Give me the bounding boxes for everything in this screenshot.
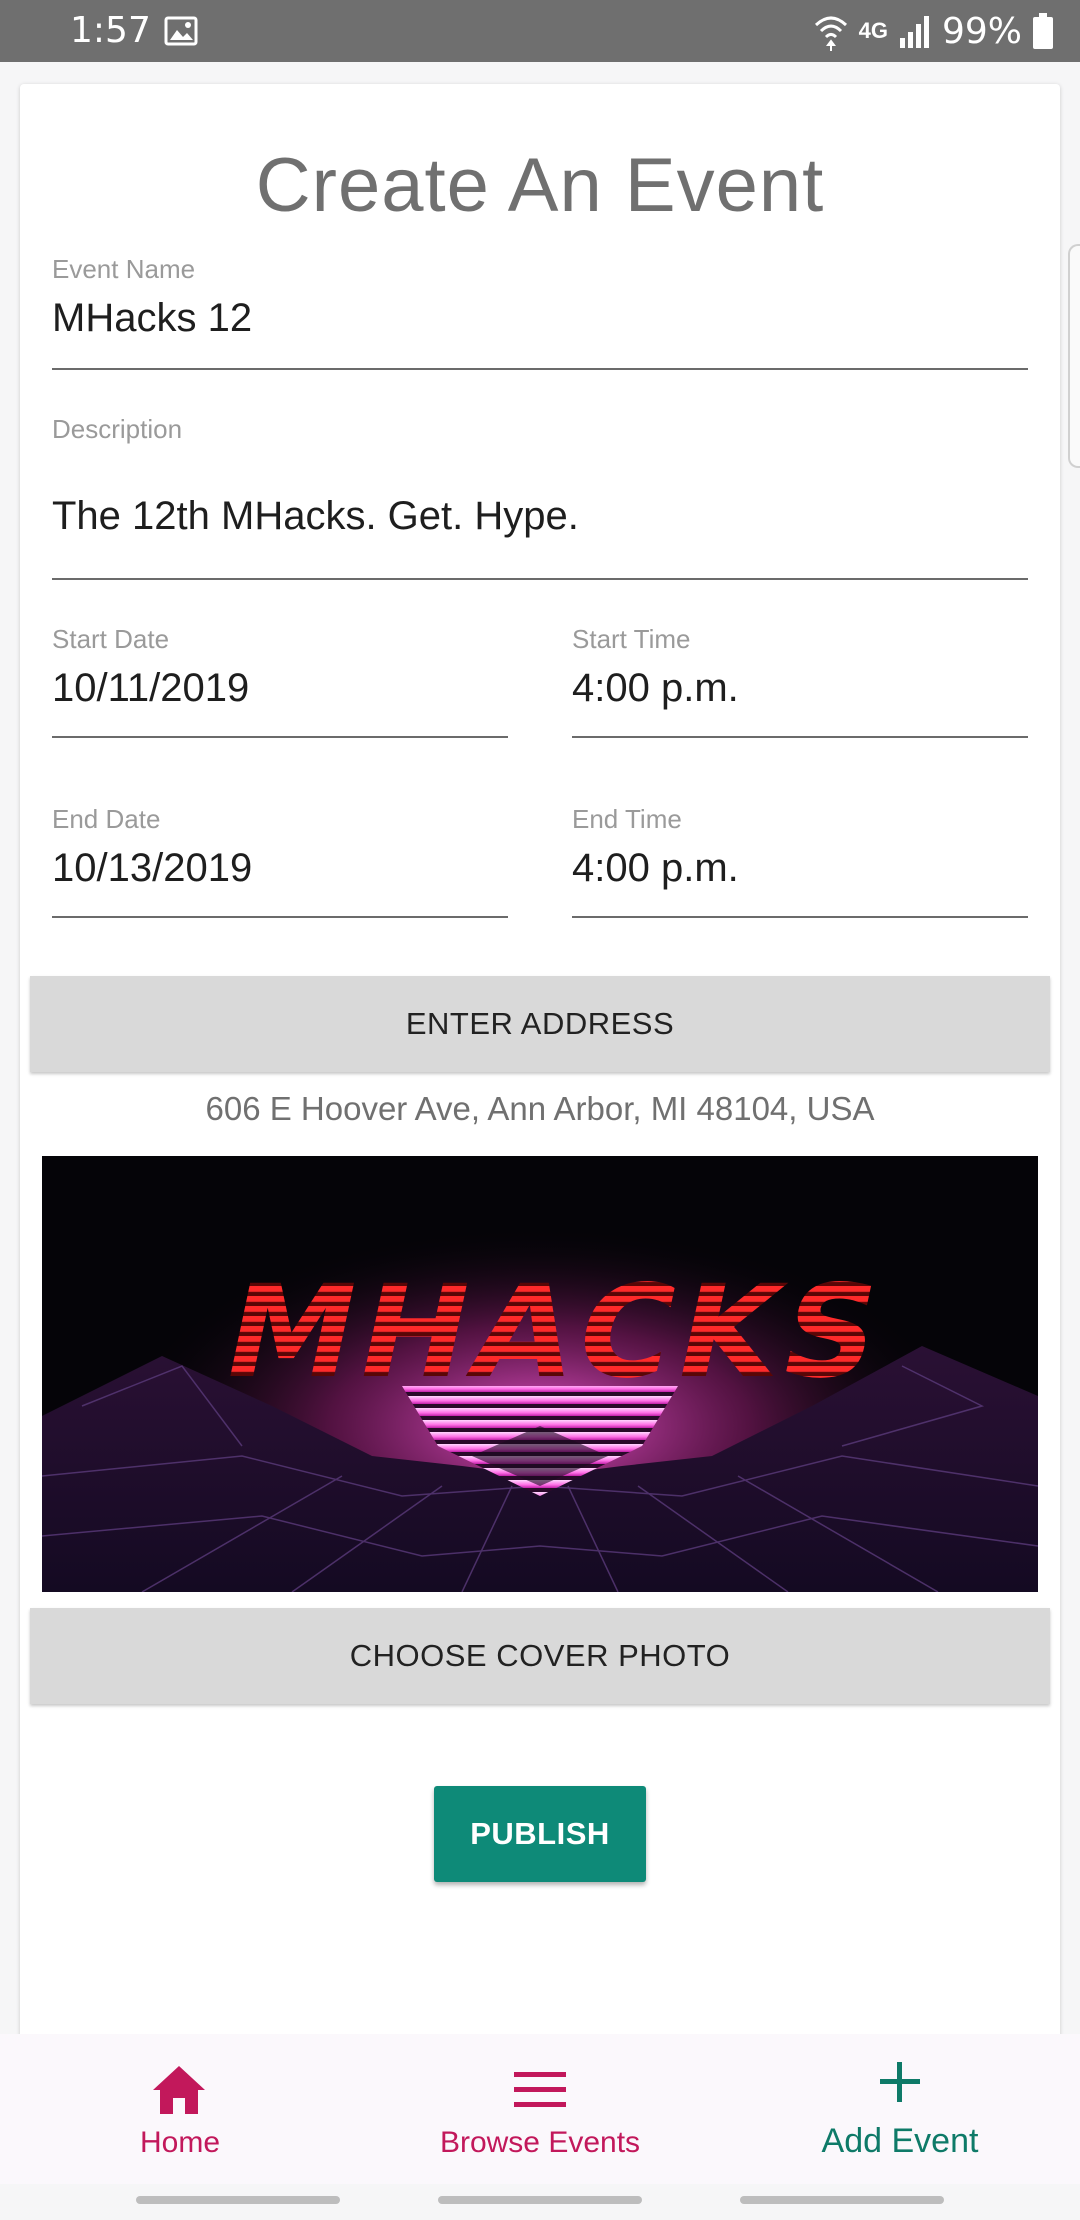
menu-icon: [514, 2072, 566, 2107]
address-text: 606 E Hoover Ave, Ann Arbor, MI 48104, U…: [205, 1090, 875, 1127]
page-title: Create An Event: [255, 143, 825, 228]
end-date-value: 10/13/2019: [52, 846, 253, 890]
plus-icon: [880, 2062, 920, 2102]
end-date-label: End Date: [52, 804, 161, 834]
status-bar: 1:57 4G 99%: [0, 0, 1080, 62]
gesture-hint-right: [740, 2196, 944, 2204]
start-date-value: 10/11/2019: [52, 666, 250, 710]
nav-label-browse-events: Browse Events: [439, 2126, 641, 2159]
description-field[interactable]: Description The 12th MHacks. Get. Hype.: [52, 414, 1028, 582]
event-name-field[interactable]: Event Name MHacks 12: [52, 254, 1028, 366]
battery-icon: [1033, 13, 1053, 49]
battery-percentage: 99%: [941, 10, 1022, 52]
home-icon: [153, 2066, 205, 2114]
end-time-value: 4:00 p.m.: [572, 846, 739, 890]
end-date-underline: [52, 916, 508, 918]
status-icons: 4G 99%: [813, 8, 1054, 54]
gallery-notification-icon: [164, 16, 198, 46]
description-label: Description: [52, 414, 183, 444]
end-date-field[interactable]: End Date 10/13/2019: [52, 804, 508, 916]
start-date-underline: [52, 736, 508, 738]
end-time-field[interactable]: End Time 4:00 p.m.: [572, 804, 1028, 916]
end-time-label: End Time: [572, 804, 682, 834]
cover-photo-artwork: MHACKS: [42, 1156, 1038, 1592]
start-time-field[interactable]: Start Time 4:00 p.m.: [572, 624, 1028, 736]
start-time-value: 4:00 p.m.: [572, 666, 739, 710]
status-time: 1:57: [70, 10, 151, 51]
nav-label-add-event: Add Event: [821, 2122, 979, 2160]
gesture-hint-center: [438, 2196, 642, 2204]
nav-item-add-event[interactable]: Add Event: [720, 2034, 1080, 2184]
nav-item-browse-events[interactable]: Browse Events: [360, 2034, 720, 2184]
network-type-icon: 4G: [858, 18, 888, 43]
start-time-underline: [572, 736, 1028, 738]
cover-photo: MHACKS: [42, 1156, 1038, 1592]
gesture-hint-left: [136, 2196, 340, 2204]
choose-cover-photo-button[interactable]: CHOOSE COVER PHOTO: [30, 1608, 1050, 1704]
nav-item-home[interactable]: Home: [0, 2034, 360, 2184]
enter-address-button[interactable]: ENTER ADDRESS: [30, 976, 1050, 1072]
event-name-underline: [52, 368, 1028, 370]
wifi-icon: [814, 16, 847, 51]
start-date-label: Start Date: [52, 624, 170, 654]
publish-button[interactable]: PUBLISH: [434, 1786, 646, 1882]
event-name-label: Event Name: [52, 254, 196, 284]
signal-icon: [899, 16, 929, 48]
create-event-card: Create An Event Event Name MHacks 12 Des…: [20, 84, 1060, 2084]
end-time-underline: [572, 916, 1028, 918]
edge-panel-handle[interactable]: [1068, 244, 1080, 468]
svg-text:MHACKS: MHACKS: [212, 1257, 899, 1406]
nav-label-home: Home: [139, 2126, 221, 2159]
start-date-field[interactable]: Start Date 10/11/2019: [52, 624, 508, 736]
event-name-value: MHacks 12: [52, 296, 253, 340]
description-value: The 12th MHacks. Get. Hype.: [52, 494, 579, 538]
start-time-label: Start Time: [572, 624, 691, 654]
description-underline: [52, 578, 1028, 580]
bottom-navigation: Home Browse Events Add Event: [0, 2034, 1080, 2184]
